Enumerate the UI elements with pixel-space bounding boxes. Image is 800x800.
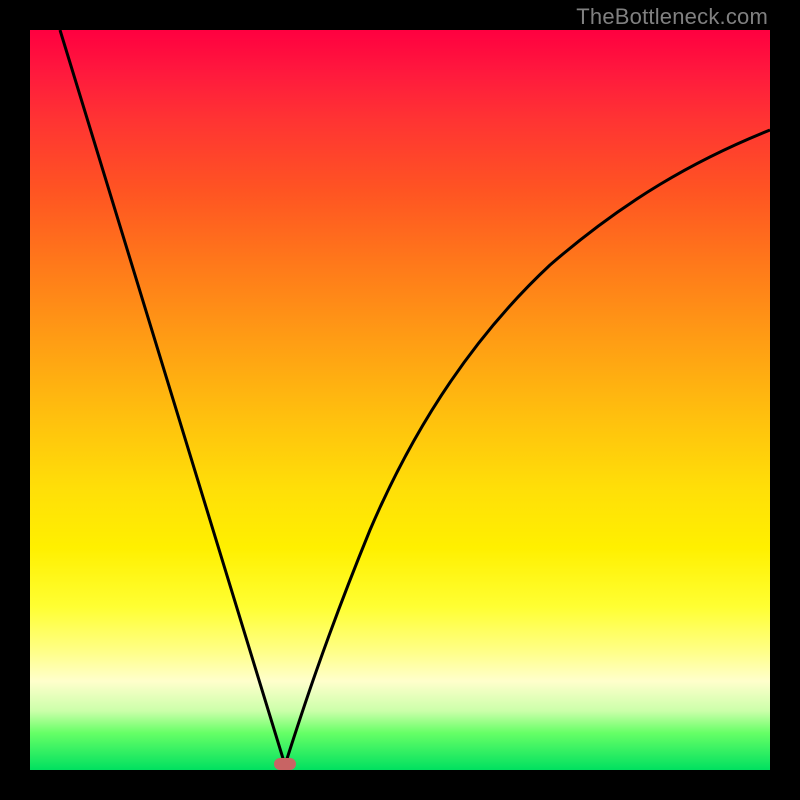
optimum-marker [274, 758, 296, 770]
curve-path [60, 30, 770, 765]
bottleneck-curve [30, 30, 770, 770]
watermark-text: TheBottleneck.com [576, 4, 768, 30]
